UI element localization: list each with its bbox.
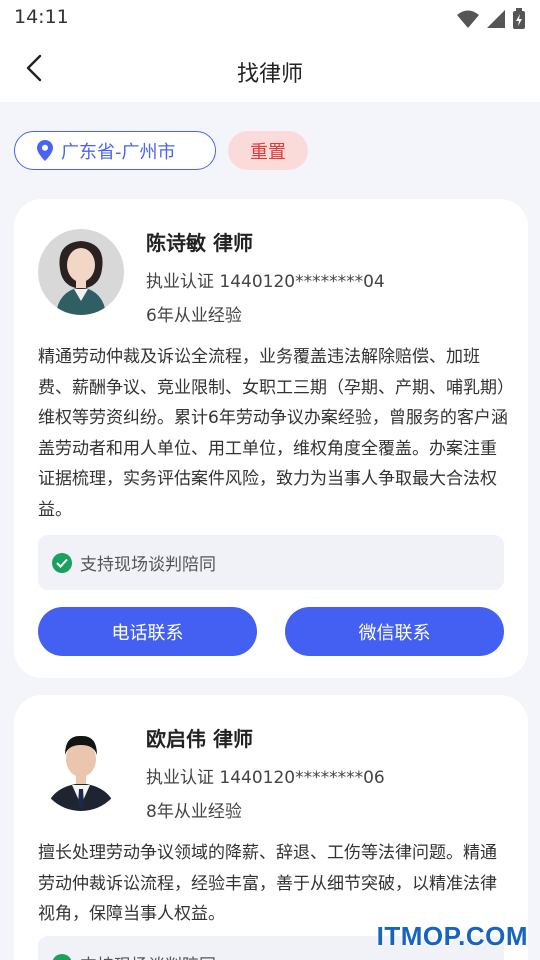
support-label: 支持现场谈判陪同: [80, 951, 216, 960]
status-bar: 14:11: [0, 0, 540, 36]
phone-contact-button[interactable]: 电话联系: [38, 607, 257, 656]
lawyer-name: 陈诗敏 律师: [146, 231, 253, 255]
license-number: 执业认证 1440120********04: [146, 272, 385, 292]
location-label: 广东省-广州市: [61, 141, 176, 163]
experience-years: 8年从业经验: [146, 802, 242, 822]
signal-icon: [487, 10, 505, 28]
filter-row: 广东省-广州市 重置: [14, 131, 308, 170]
battery-icon: [513, 8, 525, 29]
lawyer-name: 欧启伟 律师: [146, 727, 253, 751]
lawyer-card: 陈诗敏 律师 执业认证 1440120********04 6年从业经验 精通劳…: [14, 199, 528, 678]
watermark: ITMOP.COM: [376, 921, 528, 951]
reset-button[interactable]: 重置: [228, 131, 308, 170]
avatar: [38, 725, 124, 811]
lawyer-description: 精通劳动仲裁及诉讼全流程，业务覆盖违法解除赔偿、加班费、薪酬争议、竞业限制、女职…: [38, 347, 508, 520]
support-label: 支持现场谈判陪同: [80, 555, 216, 575]
wechat-contact-button[interactable]: 微信联系: [285, 607, 504, 656]
status-time: 14:11: [14, 6, 69, 28]
check-circle-icon: [52, 953, 72, 960]
experience-years: 6年从业经验: [146, 306, 242, 326]
page-title: 找律师: [236, 62, 303, 87]
support-badge: 支持现场谈判陪同: [38, 535, 504, 590]
check-circle-icon: [52, 552, 72, 573]
wifi-icon: [457, 10, 479, 28]
status-icons: [456, 8, 526, 30]
lawyer-description: 擅长处理劳动争议领域的降薪、辞退、工伤等法律问题。精通劳动仲裁诉讼流程，经验丰富…: [38, 843, 497, 924]
location-filter[interactable]: 广东省-广州市: [14, 131, 216, 170]
nav-bar: 找律师: [0, 36, 540, 102]
license-number: 执业认证 1440120********06: [146, 768, 385, 788]
location-pin-icon: [37, 140, 53, 161]
avatar: [38, 229, 124, 315]
